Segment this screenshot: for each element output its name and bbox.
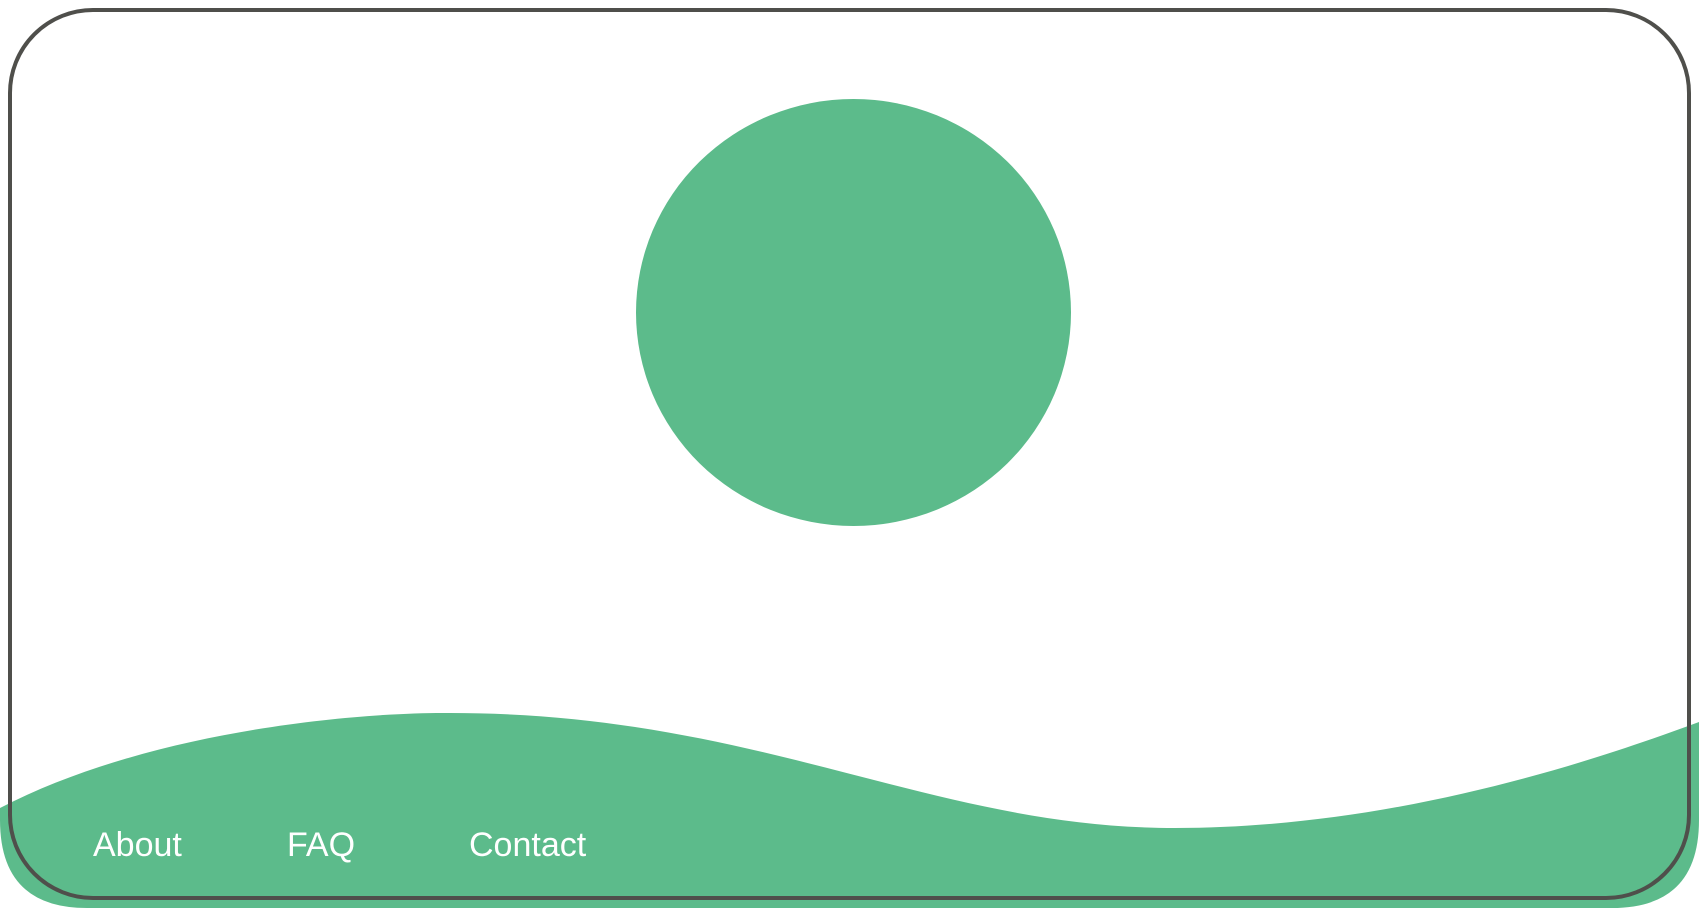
page: About FAQ Contact <box>0 0 1699 908</box>
nav-link-about[interactable]: About <box>93 820 182 870</box>
wave-shape <box>0 712 1699 908</box>
nav-link-faq[interactable]: FAQ <box>287 820 355 870</box>
hero-circle-image <box>636 99 1071 526</box>
nav-link-contact[interactable]: Contact <box>469 820 586 870</box>
